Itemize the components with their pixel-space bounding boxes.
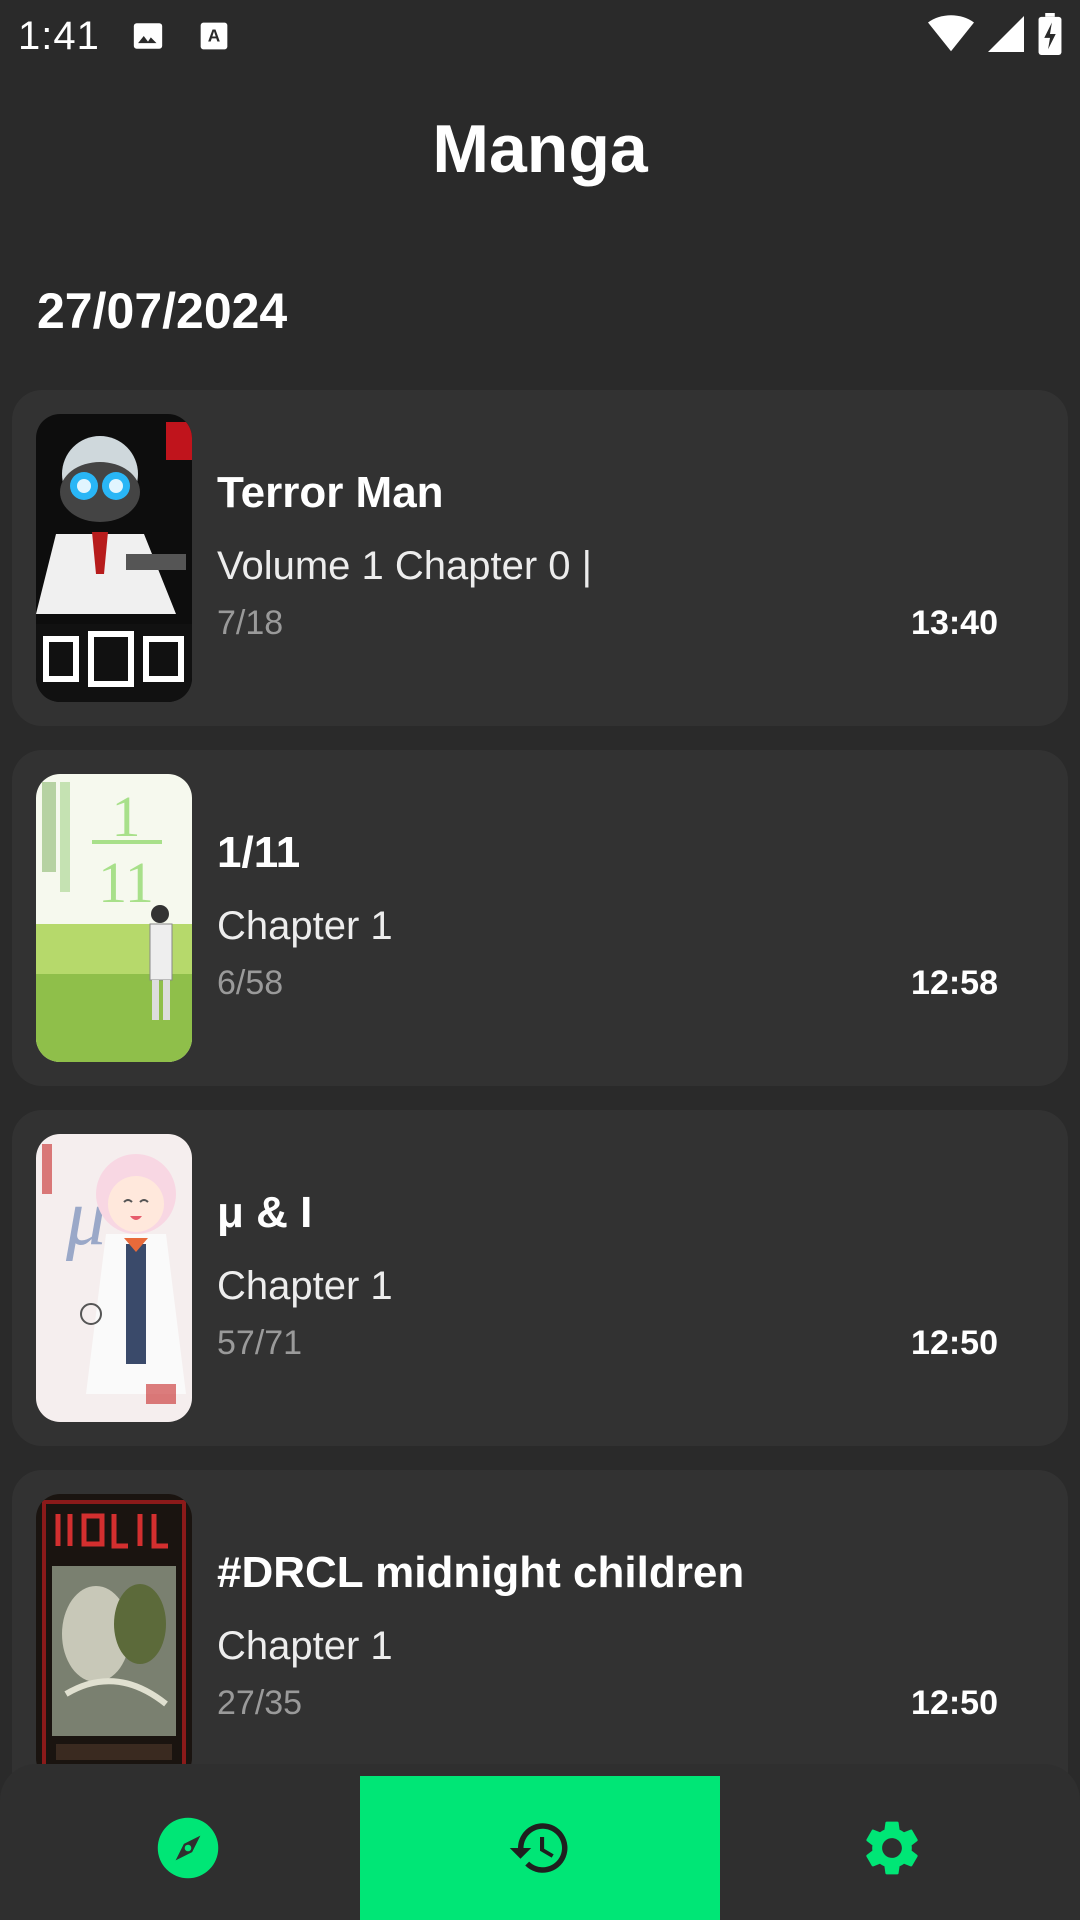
item-title: #DRCL midnight children	[217, 1548, 745, 1597]
item-progress: 6/58	[217, 964, 284, 1002]
item-title: μ & I	[217, 1188, 313, 1237]
item-time: 12:50	[911, 1684, 998, 1722]
text-icon: A	[196, 18, 232, 54]
compass-icon	[157, 1817, 219, 1879]
svg-text:1: 1	[112, 784, 141, 849]
nav-settings[interactable]	[712, 1776, 1072, 1920]
svg-text:A: A	[208, 25, 221, 45]
cover-image: 1 11	[36, 774, 192, 1062]
signal-icon	[988, 15, 1024, 58]
item-progress: 7/18	[217, 604, 284, 642]
item-chapter: Chapter 1	[217, 1624, 393, 1668]
item-time: 12:58	[911, 964, 998, 1002]
image-icon	[130, 18, 166, 54]
cover-image	[36, 1494, 192, 1782]
cover-image	[36, 414, 192, 702]
nav-browse[interactable]	[8, 1776, 368, 1920]
nav-history[interactable]	[360, 1776, 720, 1920]
history-icon	[509, 1823, 568, 1873]
svg-text:11: 11	[98, 850, 154, 915]
battery-charging-icon	[1038, 12, 1062, 60]
item-time: 12:50	[911, 1324, 998, 1362]
history-item[interactable]: μ μ & I Chapter 1 57/71 12:50	[12, 1110, 1068, 1446]
wifi-icon	[928, 14, 974, 59]
item-chapter: Chapter 1	[217, 1264, 393, 1308]
page-title: Manga	[432, 111, 648, 187]
history-item[interactable]: #DRCL midnight children Chapter 1 27/35 …	[12, 1470, 1068, 1806]
status-bar: 1:41 A	[0, 0, 1080, 72]
status-time: 1:41	[18, 13, 100, 58]
item-time: 13:40	[911, 604, 998, 642]
item-chapter: Chapter 1	[217, 904, 393, 948]
item-chapter: Volume 1 Chapter 0 |	[217, 544, 593, 588]
history-item[interactable]: Terror Man Volume 1 Chapter 0 | 7/18 13:…	[12, 390, 1068, 726]
history-list: Terror Man Volume 1 Chapter 0 | 7/18 13:…	[12, 390, 1068, 1830]
item-progress: 57/71	[217, 1324, 303, 1362]
cover-image: μ	[36, 1134, 192, 1422]
bottom-navigation	[0, 1764, 1080, 1920]
section-date: 27/07/2024	[37, 283, 288, 339]
settings-icon	[866, 1821, 918, 1875]
item-title: 1/11	[217, 828, 301, 877]
history-item[interactable]: 1 11 1/11 Chapter 1 6/58 12:58	[12, 750, 1068, 1086]
item-title: Terror Man	[217, 468, 444, 517]
item-progress: 27/35	[217, 1684, 303, 1722]
